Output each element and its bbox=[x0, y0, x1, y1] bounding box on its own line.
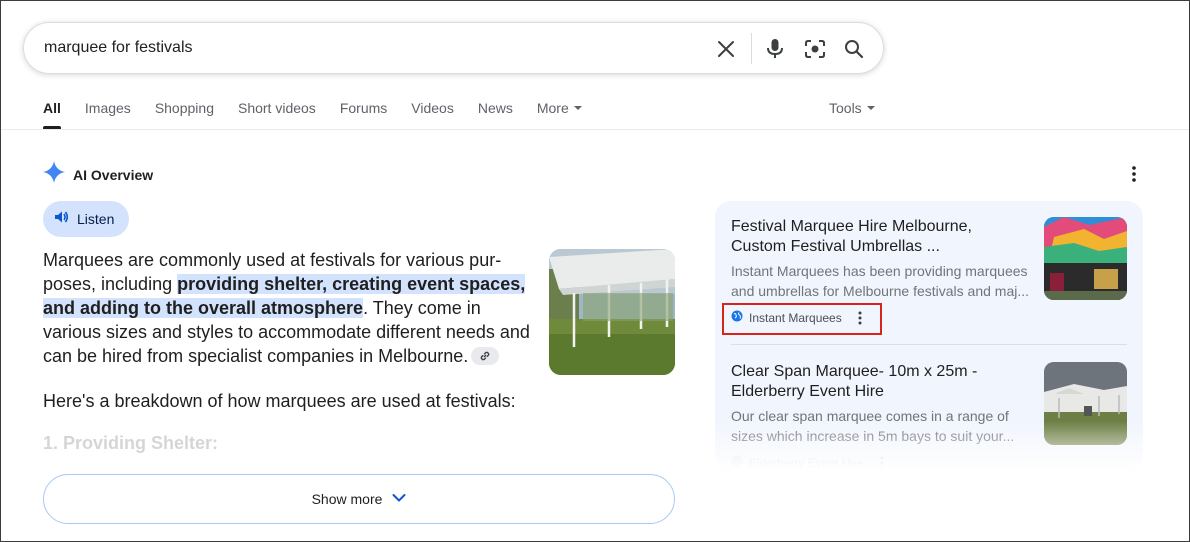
browser-frame: marquee for festivals All Images Shoppin… bbox=[0, 0, 1190, 542]
more-options-icon[interactable] bbox=[874, 455, 890, 471]
source-name: Instant Marquees bbox=[749, 311, 842, 325]
clear-icon[interactable] bbox=[712, 35, 740, 63]
source-attribution[interactable]: Instant Marquees bbox=[731, 309, 1127, 327]
tab-news[interactable]: News bbox=[478, 97, 513, 129]
listen-label: Listen bbox=[77, 211, 115, 227]
sparkle-icon bbox=[43, 161, 65, 188]
more-options-icon[interactable] bbox=[852, 310, 868, 326]
ai-overview-paragraph: Marquees are commonly used at festivals … bbox=[43, 250, 530, 366]
listen-button[interactable]: Listen bbox=[43, 201, 129, 237]
search-tabs: All Images Shopping Short videos Forums … bbox=[43, 97, 606, 129]
section-heading: 1. Providing Shelter: bbox=[43, 433, 219, 453]
sources-panel: Festival Marquee Hire Melbourne, Custom … bbox=[715, 201, 1143, 471]
source-snippet: Instant Marquees has been providing marq… bbox=[731, 263, 1030, 299]
link-icon[interactable] bbox=[471, 347, 500, 365]
more-options-icon[interactable] bbox=[1123, 163, 1145, 185]
source-attribution[interactable]: Elderberry Event Hire bbox=[731, 454, 1127, 471]
search-bar[interactable]: marquee for festivals bbox=[23, 22, 884, 74]
camera-lens-icon[interactable] bbox=[801, 35, 829, 63]
tab-more[interactable]: More bbox=[537, 97, 582, 129]
speaker-icon bbox=[53, 209, 69, 230]
globe-icon bbox=[731, 454, 743, 471]
tab-images[interactable]: Images bbox=[85, 97, 131, 129]
microphone-icon[interactable] bbox=[761, 35, 789, 63]
tab-short-videos[interactable]: Short videos bbox=[238, 97, 316, 129]
tab-forums[interactable]: Forums bbox=[340, 97, 387, 129]
breakdown-intro: Here's a breakdown of how marquees are u… bbox=[43, 391, 516, 411]
search-divider bbox=[751, 33, 752, 64]
source-divider bbox=[731, 344, 1127, 345]
tab-all[interactable]: All bbox=[43, 97, 61, 129]
globe-icon bbox=[731, 309, 743, 327]
ai-overview-header: AI Overview bbox=[43, 161, 153, 188]
ai-overview-title: AI Overview bbox=[73, 166, 154, 183]
source-title[interactable]: Festival Marquee Hire Melbourne, Custom … bbox=[731, 217, 1021, 257]
tab-videos[interactable]: Videos bbox=[411, 97, 454, 129]
source-title[interactable]: Clear Span Marquee- 10m x 25m - Elderber… bbox=[731, 362, 1021, 402]
show-more-button[interactable]: Show more bbox=[43, 474, 675, 524]
source-name: Elderberry Event Hire bbox=[749, 456, 864, 470]
show-more-label: Show more bbox=[311, 491, 383, 507]
source-thumbnail[interactable] bbox=[1044, 217, 1127, 300]
tabs-divider bbox=[1, 129, 1189, 130]
tab-shopping[interactable]: Shopping bbox=[155, 97, 214, 129]
chevron-down-icon bbox=[573, 106, 582, 110]
search-input[interactable]: marquee for festivals bbox=[44, 39, 193, 57]
source-card[interactable]: Festival Marquee Hire Melbourne, Custom … bbox=[731, 217, 1127, 327]
source-card[interactable]: Clear Span Marquee- 10m x 25m - Elderber… bbox=[731, 362, 1127, 471]
chevron-down-icon bbox=[866, 106, 875, 110]
source-snippet: Our clear span marquee comes in a range … bbox=[731, 408, 1015, 444]
tools-button[interactable]: Tools bbox=[829, 97, 875, 119]
search-icon[interactable] bbox=[840, 35, 868, 63]
marquee-thumbnail[interactable] bbox=[549, 249, 675, 375]
source-thumbnail[interactable] bbox=[1044, 362, 1127, 445]
chevron-down-icon bbox=[392, 490, 406, 508]
